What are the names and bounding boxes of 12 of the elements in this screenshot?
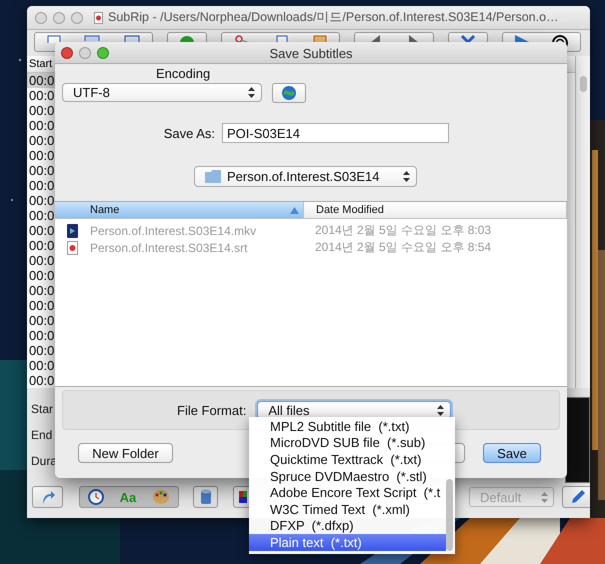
file-name: Person.of.Interest.S03E14.mkv	[90, 224, 258, 238]
field-label: Star	[31, 402, 54, 416]
dialog-title: Save Subtitles	[269, 46, 353, 61]
save-as-label: Save As:	[162, 126, 215, 140]
file-format-label: File Format:	[177, 402, 246, 418]
encoding-label: Encoding	[156, 66, 210, 80]
font-label: Aa	[120, 490, 136, 504]
file-date: 2014년 2월 5일 수요일 오후 8:54	[315, 239, 492, 256]
file-date: 2014년 2월 5일 수요일 오후 8:03	[315, 222, 492, 239]
file-name: Person.of.Interest.S03E14.srt	[90, 240, 248, 254]
field-label: End	[31, 428, 52, 442]
window-title: SubRip - /Users/Norphea/Downloads/미드/Person.of.Interest.S03E14/Person.o…	[108, 9, 559, 26]
